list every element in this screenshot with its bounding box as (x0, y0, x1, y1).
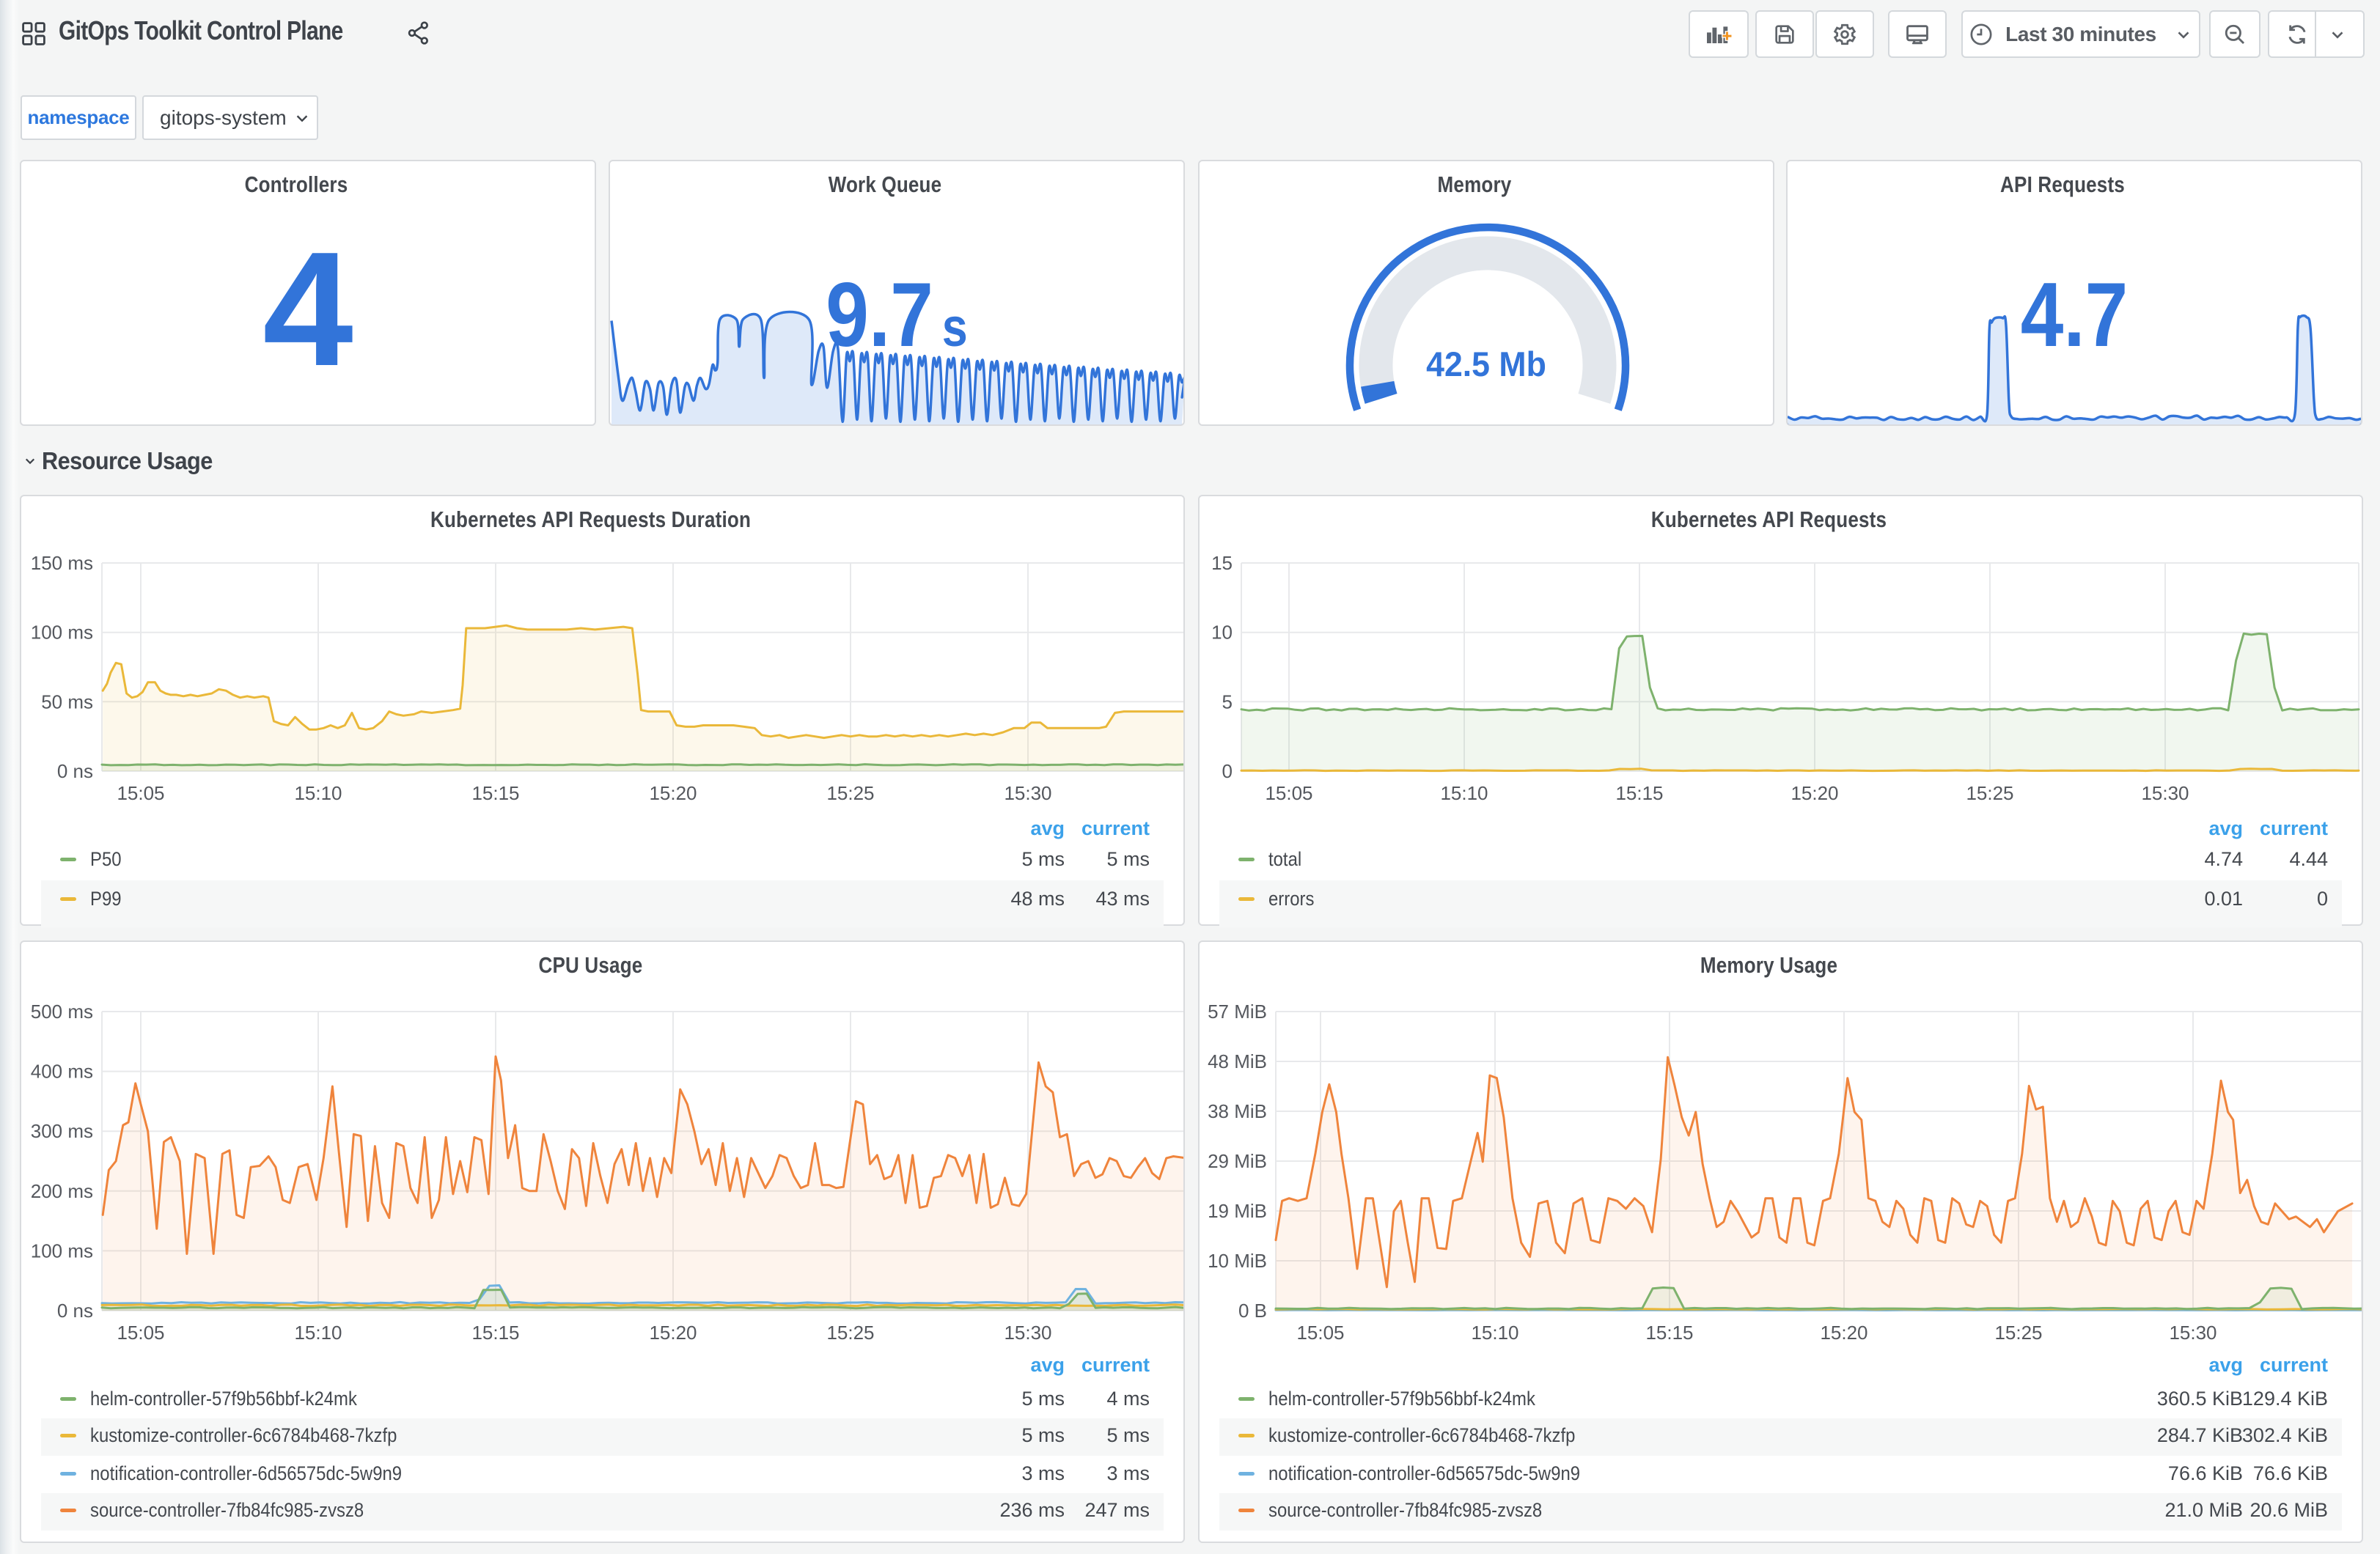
svg-text:15:30: 15:30 (2141, 782, 2189, 804)
svg-text:0 ns: 0 ns (57, 1300, 93, 1322)
svg-text:500 ms: 500 ms (31, 1001, 93, 1023)
svg-text:15:20: 15:20 (1820, 1322, 1867, 1344)
svg-text:15:10: 15:10 (1440, 782, 1488, 804)
svg-text:15:20: 15:20 (1790, 782, 1838, 804)
svg-text:150 ms: 150 ms (31, 552, 93, 574)
svg-text:15: 15 (1211, 552, 1233, 574)
svg-text:15:25: 15:25 (826, 1322, 874, 1344)
svg-text:15:05: 15:05 (1296, 1322, 1344, 1344)
svg-text:15:10: 15:10 (294, 782, 342, 804)
svg-text:15:30: 15:30 (1004, 782, 1051, 804)
svg-text:400 ms: 400 ms (31, 1061, 93, 1083)
svg-text:19 MiB: 19 MiB (1208, 1200, 1267, 1222)
svg-text:29 MiB: 29 MiB (1208, 1150, 1267, 1172)
svg-text:15:05: 15:05 (1265, 782, 1312, 804)
svg-text:15:20: 15:20 (649, 1322, 697, 1344)
svg-text:10 MiB: 10 MiB (1208, 1250, 1267, 1272)
svg-text:15:10: 15:10 (1471, 1322, 1518, 1344)
svg-text:38 MiB: 38 MiB (1208, 1100, 1267, 1122)
svg-text:15:10: 15:10 (294, 1322, 342, 1344)
svg-text:0: 0 (1222, 760, 1233, 782)
svg-text:15:25: 15:25 (826, 782, 874, 804)
svg-text:15:05: 15:05 (117, 782, 164, 804)
svg-text:48 MiB: 48 MiB (1208, 1050, 1267, 1072)
svg-text:15:25: 15:25 (1966, 782, 2013, 804)
svg-text:0 B: 0 B (1238, 1300, 1267, 1322)
svg-text:300 ms: 300 ms (31, 1120, 93, 1142)
svg-text:15:15: 15:15 (1615, 782, 1663, 804)
svg-text:15:15: 15:15 (471, 1322, 519, 1344)
svg-text:15:15: 15:15 (1645, 1322, 1693, 1344)
svg-text:50 ms: 50 ms (41, 691, 93, 712)
svg-text:0 ns: 0 ns (57, 760, 93, 782)
svg-text:10: 10 (1211, 622, 1233, 644)
svg-text:15:05: 15:05 (117, 1322, 164, 1344)
svg-text:15:20: 15:20 (649, 782, 697, 804)
svg-text:15:25: 15:25 (1994, 1322, 2042, 1344)
svg-text:15:30: 15:30 (2169, 1322, 2216, 1344)
svg-text:57 MiB: 57 MiB (1208, 1001, 1267, 1023)
svg-text:100 ms: 100 ms (31, 1240, 93, 1262)
svg-text:5: 5 (1222, 691, 1233, 712)
svg-text:15:30: 15:30 (1004, 1322, 1051, 1344)
svg-text:100 ms: 100 ms (31, 622, 93, 644)
svg-text:200 ms: 200 ms (31, 1180, 93, 1202)
svg-text:15:15: 15:15 (471, 782, 519, 804)
